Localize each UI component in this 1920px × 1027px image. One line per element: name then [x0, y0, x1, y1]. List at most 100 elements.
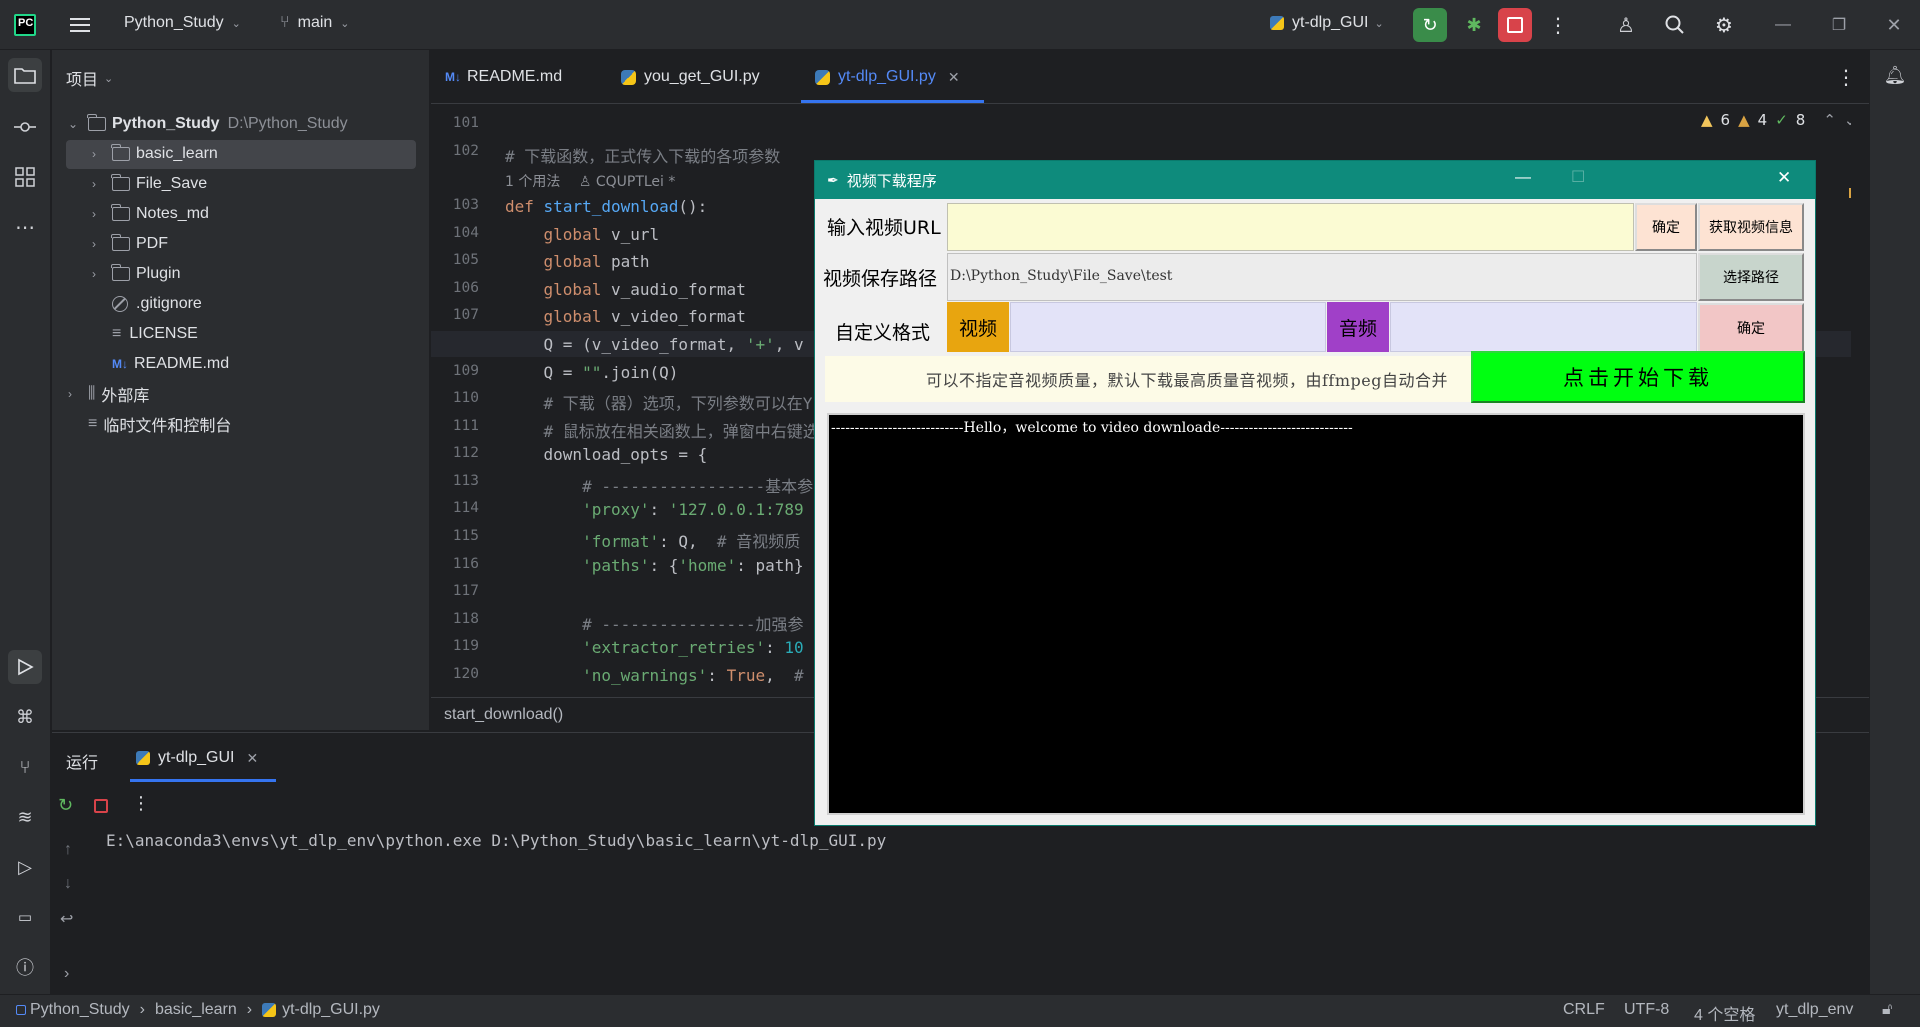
- minimize-icon[interactable]: —: [1766, 8, 1800, 42]
- run-tab[interactable]: yt-dlp_GUI ✕: [136, 749, 258, 767]
- tree-item-gitignore[interactable]: .gitignore: [112, 290, 202, 318]
- save-path-field[interactable]: D:\Python_Study\File_Save\test: [947, 253, 1697, 301]
- encoding-widget[interactable]: UTF-8: [1624, 1001, 1669, 1019]
- status-crumb[interactable]: basic_learn: [155, 1001, 237, 1019]
- lock-icon[interactable]: 🔓︎: [1882, 1001, 1892, 1019]
- console-text: ----------------------------Hello，welcom…: [831, 420, 1353, 436]
- chevron-down-icon[interactable]: ⌄: [1844, 111, 1851, 129]
- debug-button[interactable]: ✱: [1457, 8, 1491, 42]
- rerun-button[interactable]: ↻: [1413, 8, 1447, 42]
- chevron-up-icon[interactable]: ⌃: [1823, 111, 1836, 129]
- chevron-right-icon: ›: [246, 1001, 253, 1018]
- tree-item-license[interactable]: ≡ LICENSE: [112, 320, 198, 348]
- tree-item-scratches[interactable]: ≡ 临时文件和控制台: [88, 410, 231, 438]
- video-format-input[interactable]: [1010, 302, 1326, 352]
- bug-icon: ✱: [1466, 14, 1482, 35]
- python-icon: [1270, 16, 1284, 30]
- tree-item-external-libraries[interactable]: › ⫼ 外部库: [68, 380, 149, 408]
- tree-item-notes-md[interactable]: › Notes_md: [92, 200, 209, 228]
- close-icon[interactable]: ✕: [1877, 8, 1911, 42]
- more-tools-icon[interactable]: ⋯: [8, 210, 42, 244]
- stop-icon[interactable]: [94, 799, 108, 813]
- indent-widget[interactable]: 4 个空格: [1694, 1001, 1755, 1025]
- close-icon[interactable]: ✕: [1777, 168, 1791, 188]
- stop-button[interactable]: [1498, 8, 1532, 42]
- tab-options-icon[interactable]: ⋮: [1829, 60, 1863, 94]
- ignored-file-icon: [112, 296, 128, 312]
- tab-you-get-gui[interactable]: you_get_GUI.py: [621, 50, 760, 104]
- commit-icon[interactable]: [8, 110, 42, 144]
- problems-icon[interactable]: ⓘ: [8, 950, 42, 984]
- run-output-text: E:\anaconda3\envs\yt_dlp_env\python.exe …: [106, 831, 887, 850]
- inspection-widget[interactable]: ▲ 6 ▲ 4 ✓ 8 ⌃ ⌄: [1701, 111, 1851, 129]
- editor-tab-bar: M↓ README.md you_get_GUI.py yt-dlp_GUI.p…: [431, 50, 1869, 104]
- project-tool-folder-icon[interactable]: [8, 58, 42, 92]
- project-panel-title: 项目: [66, 72, 99, 89]
- scroll-up-icon[interactable]: ↑: [64, 841, 72, 859]
- inlay-hint: 1 个用法 ♙ CQUPTLei *: [505, 171, 675, 191]
- tab-yt-dlp-gui[interactable]: yt-dlp_GUI.py ✕: [815, 50, 985, 104]
- branch-selector[interactable]: ⑂ main ⌄: [280, 14, 350, 32]
- tree-item-file-save[interactable]: › File_Save: [92, 170, 207, 198]
- python-console-icon[interactable]: ⌘: [8, 700, 42, 734]
- git-branch-icon: ⑂: [280, 14, 290, 31]
- breadcrumb-function[interactable]: start_download(): [444, 706, 563, 724]
- tab-readme[interactable]: M↓ README.md: [445, 50, 562, 104]
- line-number: 106: [452, 280, 479, 296]
- url-input[interactable]: [947, 203, 1634, 251]
- url-confirm-button[interactable]: 确定: [1635, 203, 1697, 251]
- tree-item-label: Plugin: [136, 265, 181, 282]
- tree-item-label: Notes_md: [136, 205, 209, 222]
- line-separator-widget[interactable]: CRLF: [1563, 1001, 1605, 1019]
- terminal-icon[interactable]: ▭: [8, 900, 42, 934]
- fetch-info-button[interactable]: 获取视频信息: [1698, 203, 1804, 251]
- tree-item-label: 临时文件和控制台: [103, 418, 232, 435]
- interpreter-widget[interactable]: yt_dlp_env: [1776, 1001, 1853, 1019]
- layers-icon[interactable]: ≋: [8, 800, 42, 834]
- run-config-selector[interactable]: yt-dlp_GUI ⌄: [1270, 14, 1384, 32]
- status-crumb[interactable]: Python_Study: [30, 1001, 130, 1019]
- git-icon[interactable]: ⑂: [8, 750, 42, 784]
- author-hint: CQUPTLei *: [595, 174, 676, 190]
- structure-icon[interactable]: [8, 160, 42, 194]
- right-tool-strip: 🔔︎: [1869, 50, 1920, 994]
- code-line: 'proxy': '127.0.0.1:789: [582, 500, 804, 519]
- services-icon[interactable]: ▷: [8, 850, 42, 884]
- status-crumb[interactable]: yt-dlp_GUI.py: [282, 1001, 380, 1019]
- more-actions-icon[interactable]: ⋮: [1541, 8, 1575, 42]
- more-actions-icon[interactable]: ⋮: [132, 793, 150, 814]
- format-confirm-button[interactable]: 确定: [1698, 303, 1804, 353]
- chevron-right-icon[interactable]: ›: [64, 965, 69, 983]
- notifications-bell-icon[interactable]: 🔔︎: [1878, 58, 1912, 92]
- main-menu-icon[interactable]: [63, 8, 97, 42]
- soft-wrap-icon[interactable]: ↩︎: [60, 909, 73, 929]
- folder-icon: [111, 174, 130, 191]
- close-tab-icon[interactable]: ✕: [948, 69, 960, 86]
- audio-format-input[interactable]: [1390, 302, 1697, 352]
- chevron-down-icon: ⌄: [1374, 17, 1384, 30]
- tree-root-python-study[interactable]: ⌄ Python_Study D:\Python_Study: [68, 110, 348, 138]
- search-icon[interactable]: [1658, 8, 1692, 42]
- scroll-down-icon[interactable]: ↓: [64, 875, 72, 893]
- run-tool-icon[interactable]: [8, 650, 42, 684]
- rerun-icon: ↻: [1422, 14, 1438, 35]
- rerun-icon[interactable]: ↻: [58, 795, 73, 816]
- tree-item-basic-learn[interactable]: › basic_learn: [92, 140, 218, 168]
- usage-hint[interactable]: 1 个用法: [505, 174, 560, 190]
- project-selector[interactable]: Python_Study ⌄: [124, 14, 241, 32]
- output-console[interactable]: ----------------------------Hello，welcom…: [827, 413, 1805, 815]
- line-number: 114: [452, 500, 479, 516]
- minimize-icon[interactable]: —: [1515, 169, 1531, 187]
- close-tab-icon[interactable]: ✕: [246, 750, 258, 767]
- settings-gear-icon[interactable]: ⚙: [1707, 8, 1741, 42]
- tree-item-readme[interactable]: M↓ README.md: [112, 350, 229, 378]
- tree-item-plugin[interactable]: › Plugin: [92, 260, 180, 288]
- restore-icon[interactable]: ❐: [1822, 8, 1856, 42]
- project-panel-header[interactable]: 项目 ⌄: [66, 66, 113, 90]
- add-user-icon[interactable]: ♙: [1609, 8, 1643, 42]
- tab-label: README.md: [467, 68, 563, 85]
- start-download-button[interactable]: 点击开始下载: [1471, 351, 1805, 403]
- choose-path-button[interactable]: 选择路径: [1698, 253, 1804, 301]
- line-number: 113: [452, 473, 479, 489]
- tree-item-pdf[interactable]: › PDF: [92, 230, 168, 258]
